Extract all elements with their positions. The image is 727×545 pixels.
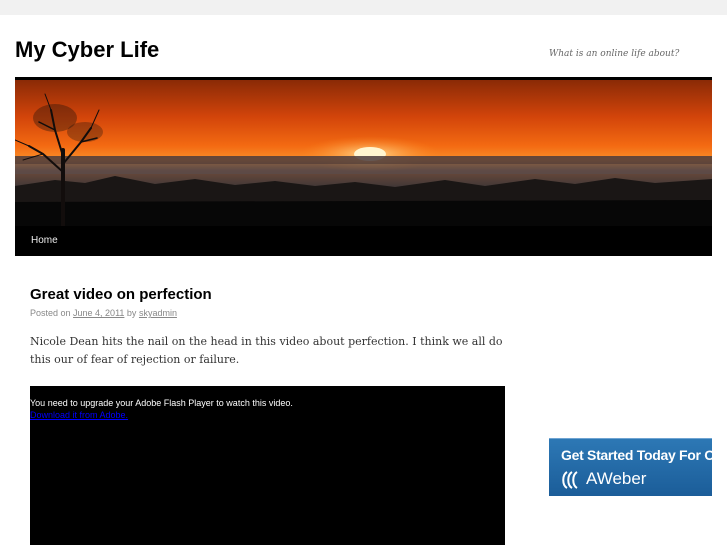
ad-headline: Get Started Today For Only $1 (561, 447, 712, 463)
post-title[interactable]: Great video on perfection (30, 286, 212, 303)
post-date-link[interactable]: June 4, 2011 (73, 308, 124, 318)
site-description: What is an online life about? (549, 49, 680, 59)
header-banner-image (15, 80, 712, 226)
post-meta-prefix: Posted on (30, 308, 74, 318)
site-title[interactable]: My Cyber Life (15, 37, 159, 63)
aweber-logo-icon (561, 471, 581, 489)
nav-item-home[interactable]: Home (31, 235, 58, 246)
page-wrapper: My Cyber Life What is an online life abo… (0, 15, 727, 545)
main-navigation: Home (15, 226, 712, 256)
post-meta: Posted on June 4, 2011 by skyadmin (30, 308, 177, 318)
flash-upgrade-message: You need to upgrade your Adobe Flash Pla… (30, 398, 293, 408)
ad-brand: AWeber (586, 469, 647, 488)
flash-download-link[interactable]: Download it from Adobe. (30, 410, 128, 420)
post-author-link[interactable]: skyadmin (139, 308, 177, 318)
post-meta-by: by (124, 308, 139, 318)
aweber-ad-banner[interactable]: Get Started Today For Only $1 AWeber (549, 438, 712, 496)
video-player[interactable]: You need to upgrade your Adobe Flash Pla… (30, 386, 505, 545)
post-body: Nicole Dean hits the nail on the head in… (30, 335, 503, 366)
